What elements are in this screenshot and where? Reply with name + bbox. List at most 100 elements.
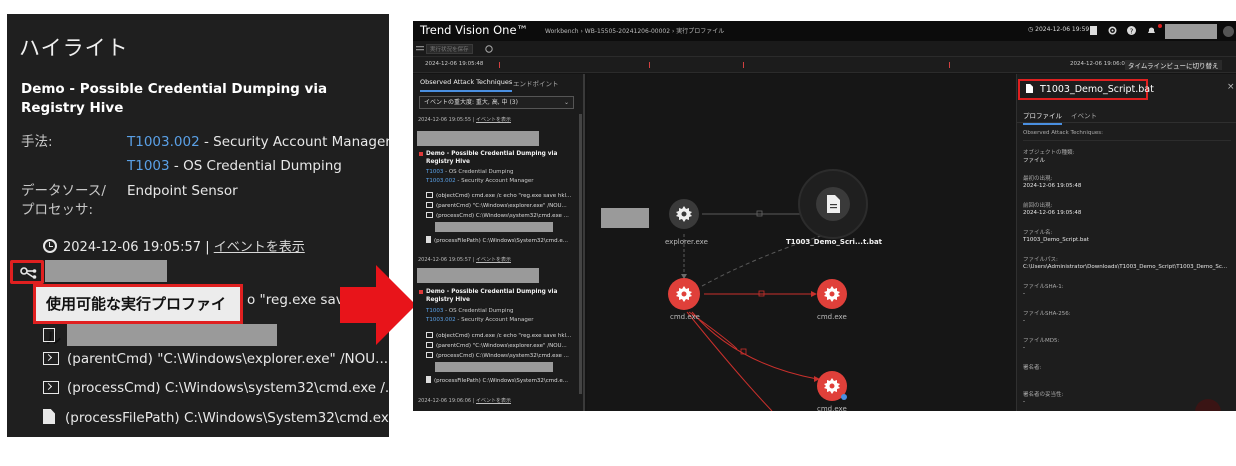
file-header: T1003_Demo_Script.bat [1018,79,1154,100]
technique-name: - Security Account Manager [455,317,534,323]
help-icon[interactable]: ? [1126,25,1137,36]
terminal-icon [426,332,433,338]
timeline-start: 2024-12-06 19:05:48 [425,61,484,67]
detail-value: - [1023,318,1025,324]
parent-cmd-row: (parentCmd) "C:\Windows\explorer.exe" /N… [426,202,578,209]
technique-link[interactable]: T1003 [426,169,443,175]
process-graph[interactable]: explorer.exe T1003_Demo_Scri...t.bat cmd… [587,74,1016,411]
view-event-link[interactable]: イベントを表示 [476,117,511,123]
file-icon [426,236,431,243]
file-icon [1026,84,1033,93]
severity-filter-select[interactable]: イベントの重大度: 重大, 高, 中 (3) ⌄ [419,96,574,109]
list-scrollbar[interactable] [579,114,582,394]
detail-value: 2024-12-06 19:05:48 [1023,210,1082,216]
redacted-block [435,362,553,372]
view-event-link[interactable]: イベントを表示 [476,257,511,263]
process-cmd-text: (processCmd) C:\Windows\system32\cmd.exe… [67,380,389,396]
document-icon[interactable] [1088,25,1099,36]
timestamp-separator: | [201,240,214,255]
file-icon [43,409,55,424]
object-cmd-partial: o "reg.exe save [247,292,353,308]
terminal-icon [426,342,433,348]
detail-key: 前回の出現: [1023,203,1053,209]
highlight-panel: ハイライト Demo - Possible Credential Dumping… [7,14,389,437]
parent-cmd-text: (parentCmd) "C:\Windows\explorer.exe" /N… [67,351,389,367]
divider [1023,140,1231,141]
top-bar: Trend Vision One™ Workbench › WB-15505-2… [413,21,1236,41]
cmd-text: (parentCmd) "C:\Windows\explorer.exe" /N… [436,203,567,209]
save-status-button[interactable]: 実行状況を保存 [426,44,473,54]
detail-key: ファイルSHA-1: [1023,284,1064,290]
detail-key: ファイルSHA-256: [1023,311,1071,317]
menu-icon[interactable] [416,45,424,53]
technique-label: 手法: [21,134,53,150]
technique-name: - OS Credential Dumping [443,169,514,175]
process-file-path-row: (processFilePath) C:\Windows\System32\cm… [426,376,578,384]
cmd-text: (objectCmd) cmd.exe /c echo "reg.exe sav… [436,193,572,199]
object-cmd-row: (objectCmd) cmd.exe /c echo "reg.exe sav… [426,332,578,339]
event-time-3: 2024-12-06 19:06:06 | イベントを表示 [418,397,511,404]
cmd-child-2-label[interactable]: cmd.exe [817,405,847,411]
bell-icon[interactable] [1146,25,1157,36]
cmd-text: (objectCmd) cmd.exe /c echo "reg.exe sav… [436,333,572,339]
process-chain-icon [20,267,37,279]
parent-cmd-row: (parentCmd) "C:\Windows\explorer.exe" /N… [43,351,388,367]
detail-key: 署名者の妥当性: [1023,392,1064,398]
cmd-node-label[interactable]: cmd.exe [670,313,700,321]
gear-icon[interactable] [1107,25,1118,36]
view-event-link[interactable]: イベントを表示 [476,398,511,404]
timeline-tick [743,62,744,68]
technique-link-t1003-002[interactable]: T1003.002 [127,134,200,150]
timeline-bar[interactable]: 2024-12-06 19:05:48 2024-12-06 19:06:06 … [413,57,1236,73]
navigation-arrow-icon [340,265,416,345]
switch-timeline-view-button[interactable]: タイムラインビューに切り替え [1125,60,1222,70]
technique-link[interactable]: T1003 [426,308,443,314]
cmd-child-label[interactable]: cmd.exe [817,313,847,321]
technique-link[interactable]: T1003.002 [426,178,456,184]
technique-row-2: T1003 - OS Credential Dumping [127,154,342,178]
redacted-block [67,324,277,346]
redacted-block [1165,24,1217,39]
explorer-node-label[interactable]: explorer.exe [665,238,708,246]
technique-name: - OS Credential Dumping [443,308,514,314]
execution-profile-icon-button[interactable] [10,260,44,284]
clock-icon [43,239,57,253]
info-icon[interactable] [485,45,493,53]
detail-key: 最初の出現: [1023,176,1053,182]
execution-profile-app: Trend Vision One™ Workbench › WB-15505-2… [413,21,1236,411]
view-event-link[interactable]: イベントを表示 [214,240,305,255]
severity-marker [419,152,423,156]
technique-row: T1003 - OS Credential Dumping [426,308,514,314]
process-cmd-row: (processCmd) C:\Windows\system32\cmd.exe… [426,352,578,359]
close-icon[interactable]: × [1227,82,1235,92]
event-time-2: 2024-12-06 19:05:57 | イベントを表示 [418,256,511,263]
app-brand: Trend Vision One™ [420,23,529,37]
cmd-text: (processCmd) C:\Windows\system32\cmd.exe… [436,213,569,219]
tab-event[interactable]: イベント [1071,110,1097,120]
process-file-path-text: (processFilePath) C:\Windows\System32\cm… [65,410,389,426]
list-item-event-name[interactable]: Demo - Possible Credential Dumping via R… [419,288,576,304]
technique-link[interactable]: T1003.002 [426,317,456,323]
list-item-event-name[interactable]: Demo - Possible Credential Dumping via R… [419,150,576,166]
bat-node-label[interactable]: T1003_Demo_Scri...t.bat [786,238,882,246]
detail-value: T1003_Demo_Script.bat [1023,237,1089,243]
tab-observed-attack-techniques[interactable]: Observed Attack Techniques [420,78,513,92]
cmd-text: (processCmd) C:\Windows\system32\cmd.exe… [436,353,569,359]
process-cmd-row: (processCmd) C:\Windows\system32\cmd.exe… [43,380,389,396]
detail-key: 署名者: [1023,365,1042,371]
technique-name: - Security Account Manager [455,178,534,184]
terminal-icon [426,202,433,208]
highlight-title: ハイライト [19,36,129,60]
detail-value: - [1023,291,1025,297]
detail-value: 2024-12-06 19:05:48 [1023,183,1082,189]
detail-value: C:\Users\Administrator\Downloads\T1003_D… [1023,264,1228,270]
technique-link-t1003[interactable]: T1003 [127,158,170,174]
object-cmd-row: (objectCmd) cmd.exe /c echo "reg.exe sav… [426,192,578,199]
avatar[interactable] [1223,26,1234,37]
notification-dot [1158,24,1162,28]
process-file-path-row: (processFilePath) C:\Windows\System32\cm… [43,409,389,426]
document-icon [43,328,55,342]
breadcrumb[interactable]: Workbench › WB-15505-20241206-00002 › 実行… [545,26,724,35]
tab-endpoint[interactable]: エンドポイント [513,78,559,88]
process-file-path-row: (processFilePath) C:\Windows\System32\cm… [426,236,578,244]
